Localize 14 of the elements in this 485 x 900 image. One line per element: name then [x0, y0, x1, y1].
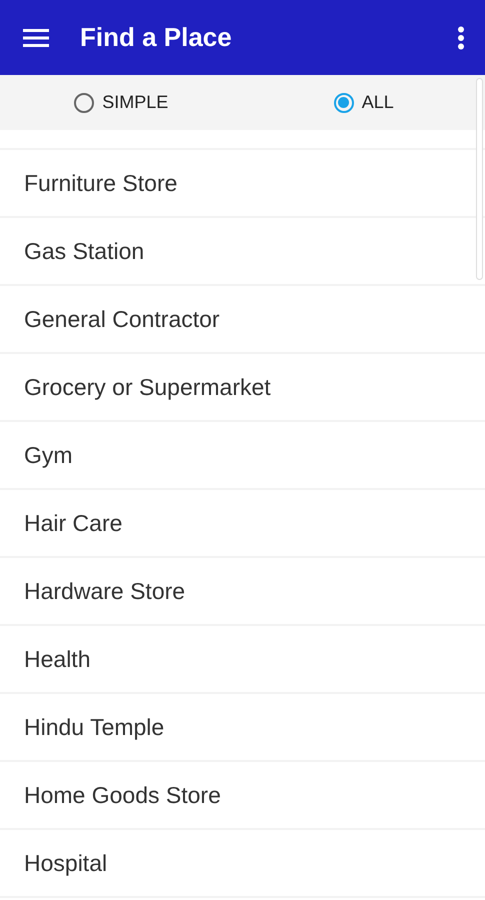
radio-option[interactable]: SIMPLE [70, 88, 172, 117]
app-title: Find a Place [80, 22, 233, 53]
menu-icon[interactable] [23, 28, 49, 48]
place-item[interactable]: Grocery or Supermarket [0, 354, 485, 422]
place-item[interactable]: Hair Care [0, 490, 485, 558]
place-item[interactable]: Hardware Store [0, 558, 485, 626]
radio-option[interactable]: ALL [330, 88, 398, 117]
place-item[interactable]: Hospital [0, 830, 485, 898]
more-options-icon[interactable] [457, 26, 465, 50]
place-item[interactable]: Hindu Temple [0, 694, 485, 762]
place-item[interactable]: General Contractor [0, 286, 485, 354]
place-item[interactable]: Home Goods Store [0, 762, 485, 830]
place-item[interactable]: Health [0, 626, 485, 694]
place-item[interactable]: Gym [0, 422, 485, 490]
